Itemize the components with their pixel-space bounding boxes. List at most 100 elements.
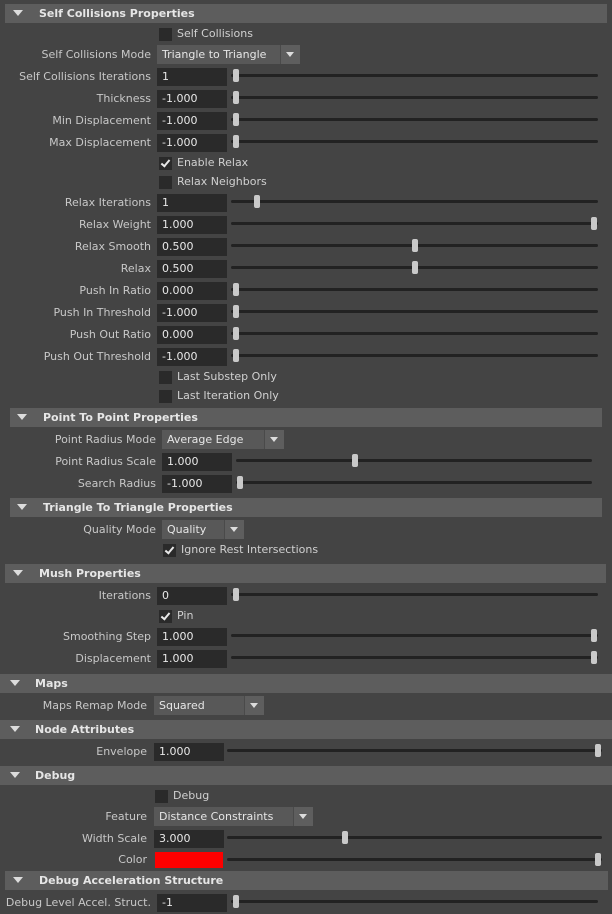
debug-checkbox-label: Debug [173, 789, 210, 802]
slider-handle[interactable] [233, 588, 239, 601]
last-iteration-only-checkbox[interactable] [159, 390, 172, 403]
slider-handle[interactable] [254, 195, 261, 208]
ignore-rest-intersections-label: Ignore Rest Intersections [181, 543, 319, 556]
slider-handle[interactable] [237, 476, 243, 489]
section-header-maps[interactable]: Maps [0, 674, 612, 693]
relax-field[interactable]: 0.500 [157, 260, 227, 278]
envelope-slider[interactable] [227, 749, 602, 752]
thickness-field[interactable]: -1.000 [157, 90, 227, 108]
relax-iterations-slider[interactable] [231, 200, 598, 203]
smoothing-step-slider[interactable] [231, 634, 598, 637]
slider-handle[interactable] [233, 113, 239, 126]
search-radius-field[interactable]: -1.000 [162, 475, 232, 493]
min-displacement-slider[interactable] [231, 118, 598, 121]
relax-iterations-field[interactable]: 1 [157, 194, 227, 212]
max-displacement-field[interactable]: -1.000 [157, 134, 227, 152]
relax-neighbors-checkbox[interactable] [159, 176, 172, 189]
dropdown-button[interactable] [224, 520, 244, 539]
dropdown-button[interactable] [264, 430, 284, 449]
push-in-threshold-field[interactable]: -1.000 [157, 304, 227, 322]
smoothing-step-field[interactable]: 1.000 [157, 628, 227, 646]
slider-handle[interactable] [342, 831, 349, 844]
push-in-ratio-slider[interactable] [231, 288, 598, 291]
self-collisions-mode-dropdown[interactable]: Triangle to Triangle [157, 45, 300, 64]
self-collisions-iterations-field[interactable]: 1 [157, 68, 227, 86]
collapse-arrow-icon [13, 10, 23, 16]
section-title: Maps [35, 677, 68, 690]
push-out-threshold-field[interactable]: -1.000 [157, 348, 227, 366]
point-radius-mode-dropdown[interactable]: Average Edge [162, 430, 284, 449]
enable-relax-checkbox[interactable] [159, 157, 172, 170]
self-collisions-checkbox[interactable] [159, 28, 172, 41]
dropdown-button[interactable] [280, 45, 300, 64]
section-header-debug[interactable]: Debug [0, 766, 612, 785]
section-title: Mush Properties [39, 567, 141, 580]
max-displacement-slider[interactable] [231, 140, 598, 143]
slider-handle[interactable] [595, 744, 601, 757]
envelope-field[interactable]: 1.000 [154, 743, 224, 761]
color-swatch[interactable] [155, 852, 223, 868]
width-scale-field[interactable]: 3.000 [154, 830, 224, 848]
min-displacement-field[interactable]: -1.000 [157, 112, 227, 130]
slider-handle[interactable] [233, 327, 239, 340]
slider-handle[interactable] [233, 69, 239, 82]
section-header-debug-accel[interactable]: Debug Acceleration Structure [5, 871, 608, 890]
dropdown-button[interactable] [244, 696, 264, 715]
section-header-triangle-to-triangle[interactable]: Triangle To Triangle Properties [10, 498, 602, 517]
section-header-node-attributes[interactable]: Node Attributes [0, 720, 612, 739]
slider-handle[interactable] [233, 349, 239, 362]
slider-handle[interactable] [591, 217, 597, 230]
quality-mode-dropdown[interactable]: Quality [162, 520, 244, 539]
slider-handle[interactable] [233, 135, 239, 148]
slider-handle[interactable] [352, 454, 359, 467]
section-header-mush[interactable]: Mush Properties [5, 564, 606, 583]
dropdown-value: Squared [159, 699, 205, 712]
push-in-threshold-slider[interactable] [231, 310, 598, 313]
point-radius-scale-field[interactable]: 1.000 [162, 453, 232, 471]
relax-weight-field[interactable]: 1.000 [157, 216, 227, 234]
pin-checkbox[interactable] [159, 610, 172, 623]
width-scale-slider[interactable] [227, 836, 602, 839]
mush-iterations-field[interactable]: 0 [157, 587, 227, 605]
color-slider[interactable] [227, 858, 602, 861]
self-collisions-iterations-slider[interactable] [231, 74, 598, 77]
displacement-field[interactable]: 1.000 [157, 650, 227, 668]
slider-handle[interactable] [233, 895, 239, 908]
slider-handle[interactable] [412, 261, 418, 274]
slider-handle[interactable] [233, 91, 239, 104]
slider-handle[interactable] [591, 651, 597, 664]
section-title: Triangle To Triangle Properties [43, 501, 233, 514]
slider-handle[interactable] [595, 853, 601, 866]
point-radius-scale-slider[interactable] [236, 459, 592, 462]
dropdown-value: Triangle to Triangle [162, 48, 267, 61]
push-out-ratio-field[interactable]: 0.000 [157, 326, 227, 344]
enable-relax-label: Enable Relax [177, 156, 249, 169]
relax-smooth-field[interactable]: 0.500 [157, 238, 227, 256]
thickness-slider[interactable] [231, 96, 598, 99]
section-header-point-to-point[interactable]: Point To Point Properties [10, 408, 602, 427]
maps-remap-mode-dropdown[interactable]: Squared [154, 696, 264, 715]
slider-handle[interactable] [233, 305, 239, 318]
dropdown-button[interactable] [293, 807, 313, 826]
debug-level-slider[interactable] [231, 900, 598, 903]
relax-smooth-label: Relax Smooth [74, 240, 151, 253]
feature-dropdown[interactable]: Distance Constraints [154, 807, 313, 826]
slider-handle[interactable] [412, 239, 418, 252]
relax-iterations-label: Relax Iterations [64, 196, 151, 209]
slider-handle[interactable] [233, 283, 239, 296]
relax-weight-slider[interactable] [231, 222, 598, 225]
debug-level-field[interactable]: -1 [157, 894, 227, 912]
max-displacement-label: Max Displacement [49, 136, 151, 149]
displacement-slider[interactable] [231, 656, 598, 659]
push-in-ratio-field[interactable]: 0.000 [157, 282, 227, 300]
last-substep-only-checkbox[interactable] [159, 371, 172, 384]
push-out-threshold-slider[interactable] [231, 354, 598, 357]
search-radius-slider[interactable] [236, 481, 592, 484]
ignore-rest-intersections-checkbox[interactable] [163, 544, 176, 557]
debug-checkbox[interactable] [155, 790, 168, 803]
push-in-ratio-label: Push In Ratio [79, 284, 151, 297]
push-out-ratio-slider[interactable] [231, 332, 598, 335]
mush-iterations-slider[interactable] [231, 593, 598, 596]
section-header-self-collisions[interactable]: Self Collisions Properties [5, 4, 607, 23]
slider-handle[interactable] [591, 629, 597, 642]
